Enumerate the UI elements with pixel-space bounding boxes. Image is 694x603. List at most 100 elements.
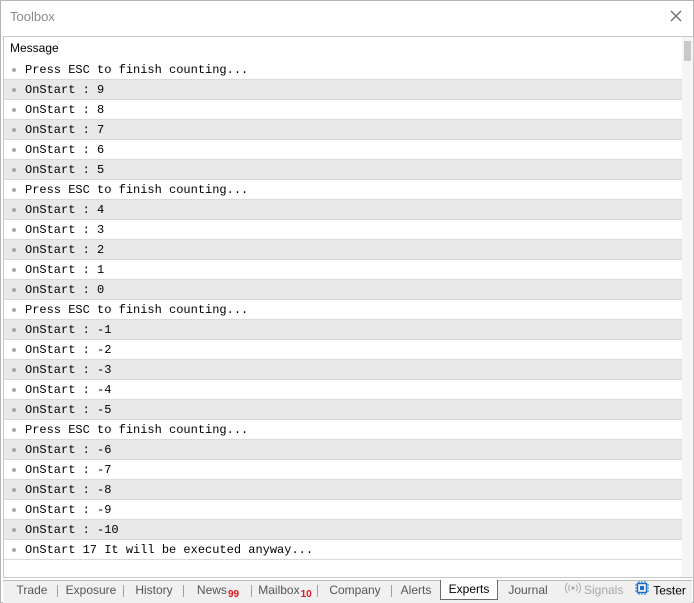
row-message: Press ESC to finish counting...: [25, 63, 249, 77]
table-row[interactable]: OnStart : -10: [4, 520, 693, 540]
bottom-tab-bar: Trade Exposure History News99 Mailbox10 Compa…: [3, 580, 692, 603]
table-row[interactable]: OnStart 17 It will be executed anyway...: [4, 540, 693, 560]
table-row[interactable]: OnStart : 9: [4, 80, 693, 100]
tab-exposure[interactable]: Exposure: [59, 581, 123, 601]
row-bullet-icon: [12, 408, 16, 412]
row-bullet-icon: [12, 508, 16, 512]
row-bullet-icon: [12, 428, 16, 432]
table-row[interactable]: OnStart : 8: [4, 100, 693, 120]
tab-separator: [57, 585, 58, 597]
row-bullet-icon: [12, 308, 16, 312]
tab-history[interactable]: History: [125, 581, 183, 601]
tab-label: News: [196, 583, 227, 597]
window-title: Toolbox: [10, 9, 55, 24]
experts-log-table: Message Press ESC to finish counting... O…: [3, 36, 694, 578]
table-row[interactable]: OnStart : -4: [4, 380, 693, 400]
table-row[interactable]: OnStart : -9: [4, 500, 693, 520]
tab-separator: [391, 585, 392, 597]
table-row[interactable]: Press ESC to finish counting...: [4, 60, 693, 80]
tab-signals[interactable]: Signals: [559, 581, 629, 601]
tab-label: Company: [329, 583, 381, 597]
row-message: OnStart : -5: [25, 403, 112, 417]
row-message: OnStart : -9: [25, 503, 112, 517]
table-row[interactable]: OnStart : -3: [4, 360, 693, 380]
table-row[interactable]: OnStart : 0: [4, 280, 693, 300]
tab-label: Exposure: [65, 583, 117, 597]
row-message: OnStart : 3: [25, 223, 105, 237]
tab-badge-count: 99: [227, 589, 240, 600]
title-bar: Toolbox: [1, 1, 693, 32]
row-bullet-icon: [12, 348, 16, 352]
row-bullet-icon: [12, 528, 16, 532]
row-bullet-icon: [12, 108, 16, 112]
scrollbar-thumb[interactable]: [684, 41, 691, 61]
tab-label: Mailbox: [258, 583, 300, 597]
tab-label: Experts: [448, 582, 490, 596]
tab-tester[interactable]: Tester: [629, 581, 691, 601]
log-rows: Press ESC to finish counting... OnStart :…: [4, 60, 693, 560]
row-message: OnStart : -1: [25, 323, 112, 337]
tab-label: Trade: [16, 583, 48, 597]
tab-label: History: [135, 583, 173, 597]
row-bullet-icon: [12, 168, 16, 172]
tab-company[interactable]: Company: [319, 581, 391, 601]
row-bullet-icon: [12, 248, 16, 252]
tab-separator: [251, 585, 252, 597]
table-row[interactable]: OnStart : -7: [4, 460, 693, 480]
row-message: OnStart : 6: [25, 143, 105, 157]
row-bullet-icon: [12, 488, 16, 492]
tab-experts[interactable]: Experts: [440, 580, 498, 600]
row-message: OnStart : -10: [25, 523, 119, 537]
tab-journal[interactable]: Journal: [500, 581, 556, 601]
row-bullet-icon: [12, 208, 16, 212]
row-bullet-icon: [12, 68, 16, 72]
signal-icon: [564, 581, 581, 599]
row-message: OnStart : 1: [25, 263, 105, 277]
row-message: OnStart : 9: [25, 83, 105, 97]
row-bullet-icon: [12, 288, 16, 292]
row-message: Press ESC to finish counting...: [25, 183, 249, 197]
table-row[interactable]: OnStart : 5: [4, 160, 693, 180]
tab-label: Tester: [653, 583, 686, 598]
column-header-message[interactable]: Message: [4, 37, 693, 60]
table-row[interactable]: OnStart : -1: [4, 320, 693, 340]
table-row[interactable]: OnStart : -2: [4, 340, 693, 360]
row-message: OnStart : -4: [25, 383, 112, 397]
table-row[interactable]: OnStart : 2: [4, 240, 693, 260]
table-row[interactable]: Press ESC to finish counting...: [4, 300, 693, 320]
row-message: OnStart : -7: [25, 463, 112, 477]
tab-alerts[interactable]: Alerts: [393, 581, 439, 601]
row-message: OnStart : 0: [25, 283, 105, 297]
table-row[interactable]: OnStart : -8: [4, 480, 693, 500]
row-bullet-icon: [12, 388, 16, 392]
row-bullet-icon: [12, 368, 16, 372]
tab-label: Journal: [508, 583, 548, 597]
table-row[interactable]: OnStart : -6: [4, 440, 693, 460]
close-icon: [670, 10, 682, 22]
table-row[interactable]: OnStart : 4: [4, 200, 693, 220]
table-row[interactable]: Press ESC to finish counting...: [4, 180, 693, 200]
tab-news[interactable]: News99: [185, 581, 251, 601]
table-row[interactable]: OnStart : 7: [4, 120, 693, 140]
tab-mailbox[interactable]: Mailbox10: [253, 581, 317, 601]
table-row[interactable]: OnStart : -5: [4, 400, 693, 420]
row-message: OnStart : 7: [25, 123, 105, 137]
tab-badge-count: 10: [300, 589, 312, 600]
toolbox-window: Toolbox Message Press ESC to finish coun…: [0, 0, 694, 603]
row-bullet-icon: [12, 148, 16, 152]
chip-icon: [634, 580, 650, 601]
close-button[interactable]: [667, 7, 685, 25]
tab-label: Signals: [583, 583, 624, 597]
tab-trade[interactable]: Trade: [7, 581, 57, 601]
row-message: OnStart : 2: [25, 243, 105, 257]
vertical-scrollbar[interactable]: [682, 37, 693, 577]
table-row[interactable]: OnStart : 6: [4, 140, 693, 160]
row-bullet-icon: [12, 548, 16, 552]
table-row[interactable]: OnStart : 1: [4, 260, 693, 280]
table-row[interactable]: Press ESC to finish counting...: [4, 420, 693, 440]
tab-separator: [317, 585, 318, 597]
table-row[interactable]: OnStart : 3: [4, 220, 693, 240]
row-message: Press ESC to finish counting...: [25, 303, 249, 317]
row-message: OnStart : 5: [25, 163, 105, 177]
row-message: OnStart : -3: [25, 363, 112, 377]
